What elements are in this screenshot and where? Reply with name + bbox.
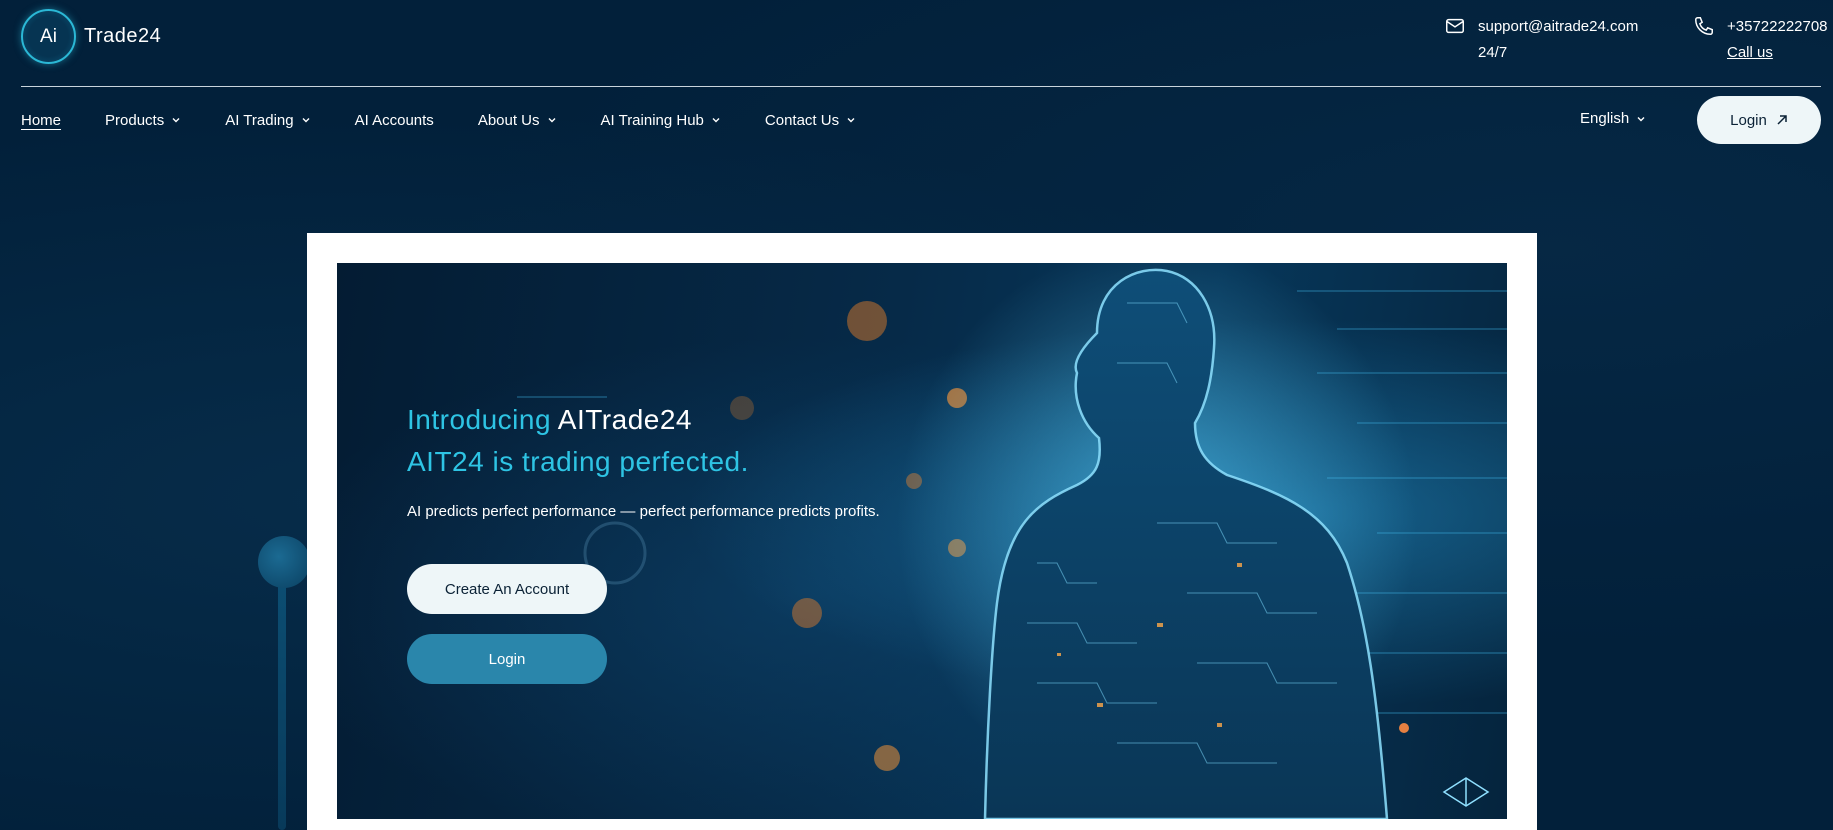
nav-item-contact-us[interactable]: Contact Us — [765, 112, 856, 129]
background-decoration — [278, 560, 286, 830]
chevron-down-icon — [712, 118, 720, 123]
logo-mark-icon: Ai — [21, 9, 76, 64]
chevron-down-icon — [302, 118, 310, 123]
nav-item-label: AI Accounts — [354, 111, 434, 129]
header-divider — [21, 86, 1821, 87]
brand-name: Trade24 — [84, 25, 162, 47]
chevron-down-icon — [847, 118, 855, 123]
hero-login-button[interactable]: Login — [407, 634, 607, 684]
create-account-button[interactable]: Create An Account — [407, 564, 607, 614]
nav-item-label: Contact Us — [764, 111, 840, 129]
diamond-logo-icon — [1442, 777, 1490, 807]
nav-item-products[interactable]: Products — [105, 112, 181, 129]
contact-email: support@aitrade24.com 24/7 — [1444, 14, 1638, 66]
hero-headline: Introducing AITrade24 AIT24 is trading p… — [407, 399, 749, 483]
chevron-down-icon — [172, 118, 180, 123]
hero-subtitle: AI predicts perfect performance — perfec… — [407, 503, 880, 520]
background-decoration — [258, 536, 310, 588]
nav-item-label: Home — [21, 111, 62, 129]
phone-number[interactable]: +35722222708 — [1727, 14, 1828, 40]
nav-item-label: AI Trading — [225, 111, 294, 129]
brand-logo[interactable]: Ai Trade24 — [21, 9, 161, 64]
headline-intro: Introducing — [407, 404, 552, 435]
nav-item-about-us[interactable]: About Us — [478, 112, 557, 129]
chevron-down-icon — [1637, 116, 1645, 121]
chevron-down-icon — [548, 118, 556, 123]
email-address[interactable]: support@aitrade24.com — [1478, 14, 1638, 40]
nav-item-ai-accounts[interactable]: AI Accounts — [355, 112, 434, 129]
nav-item-label: Products — [105, 111, 165, 129]
site-header: Ai Trade24 support@aitrade24.com 24/7 +3… — [0, 0, 1833, 160]
hero-banner: Introducing AITrade24 AIT24 is trading p… — [337, 263, 1507, 819]
nav-item-ai-trading[interactable]: AI Trading — [225, 112, 310, 129]
nav-item-label: AI Training Hub — [600, 111, 704, 129]
call-us-link[interactable]: Call us — [1727, 40, 1828, 66]
login-button-label: Login — [1730, 111, 1767, 129]
language-label: English — [1580, 110, 1630, 127]
nav-item-ai-training-hub[interactable]: AI Training Hub — [601, 112, 721, 129]
header-login-button[interactable]: Login — [1697, 96, 1821, 144]
arrow-up-right-icon — [1777, 115, 1787, 125]
ai-humanoid-illustration — [487, 263, 1507, 819]
headline-tagline: AIT24 is trading perfected. — [407, 446, 749, 477]
phone-icon — [1695, 17, 1713, 35]
main-nav: Home Products AI Trading AI Accounts Abo… — [21, 104, 900, 136]
language-selector[interactable]: English — [1580, 110, 1646, 127]
nav-item-label: About Us — [477, 111, 540, 129]
headline-brand: AITrade24 — [557, 404, 692, 435]
envelope-icon — [1446, 18, 1464, 34]
nav-item-home[interactable]: Home — [21, 112, 61, 129]
email-hours: 24/7 — [1478, 44, 1508, 61]
contact-phone: +35722222708 Call us — [1693, 14, 1828, 66]
